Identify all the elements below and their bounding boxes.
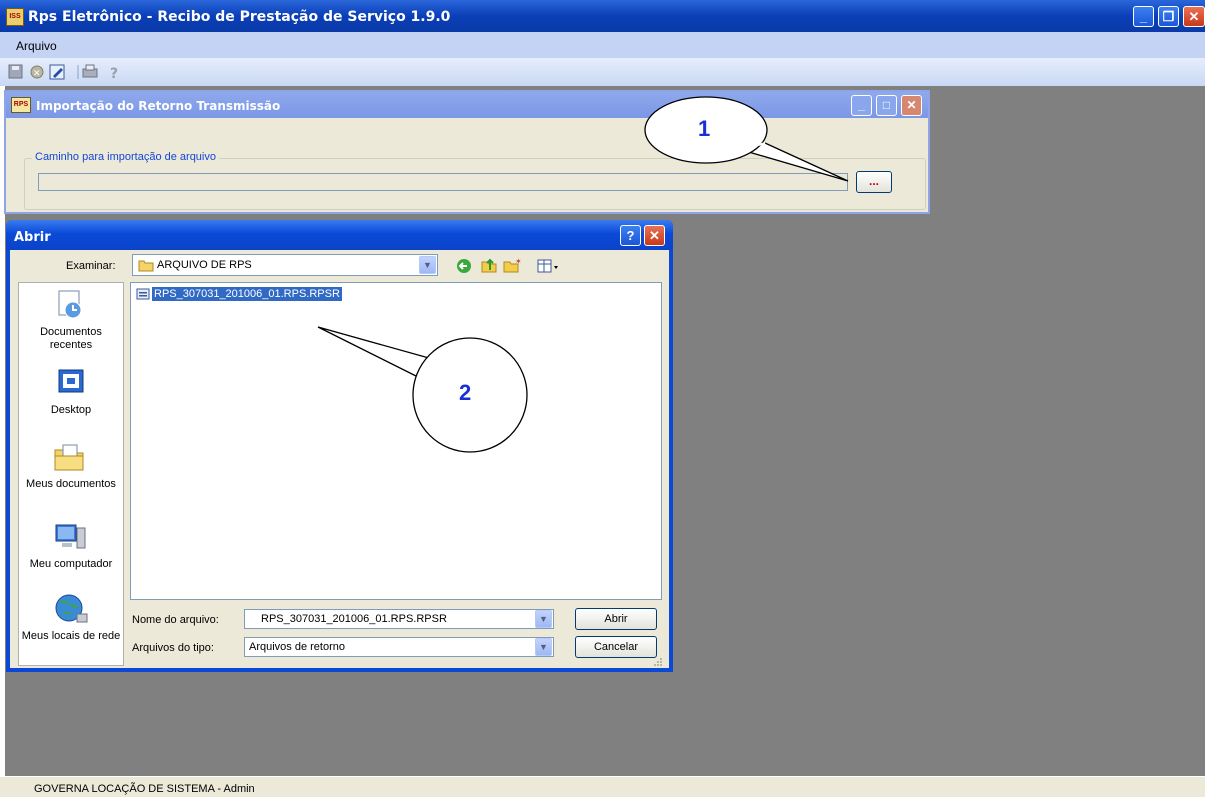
place-desktop[interactable]: Desktop [18,366,124,420]
filename-value: RPS_307031_201006_01.RPS.RPSR [261,613,447,625]
restore-icon[interactable]: ❐ [1158,6,1179,27]
chevron-down-icon[interactable]: ▼ [419,256,436,274]
open-dialog-title: Abrir [14,230,51,245]
network-places-icon [55,594,88,623]
view-menu-icon[interactable] [537,259,558,273]
edit-icon[interactable] [49,64,65,80]
import-close-icon[interactable]: ✕ [901,95,922,116]
place-label: Meu computador [29,558,113,570]
import-window-title: Importação do Retorno Transmissão [36,99,281,113]
filename-label: Nome do arquivo: [132,614,219,626]
place-my-documents[interactable]: Meus documentos [18,440,124,510]
place-my-computer[interactable]: Meu computador [18,520,124,574]
open-dialog-title-bar: Abrir ? ✕ [6,220,673,250]
new-folder-icon[interactable]: ✶ [503,257,522,273]
dialog-toolbar: ✶ [457,257,558,273]
status-text: GOVERNA LOCAÇÃO DE SISTEMA - Admin [34,783,255,795]
menu-arquivo[interactable]: Arquivo [16,39,57,53]
delete-icon[interactable]: ✕ [30,65,44,79]
toolbar-icons: ✕ ? [8,64,118,81]
look-in-value: ARQUIVO DE RPS [157,259,252,271]
resize-grip-icon[interactable] [652,656,664,668]
import-window-title-bar: RPS Importação do Retorno Transmissão _ … [6,92,928,118]
dialog-close-icon[interactable]: ✕ [644,225,665,246]
place-recent-documents[interactable]: Documentos recentes [18,286,124,356]
status-bar: GOVERNA LOCAÇÃO DE SISTEMA - Admin [0,776,1205,797]
filetype-combo[interactable]: Arquivos de retorno ▼ [244,637,554,657]
filename-combo[interactable]: RPS_307031_201006_01.RPS.RPSR ▼ [244,609,554,629]
main-window-title: Rps Eletrônico - Recibo de Prestação de … [28,9,451,25]
path-group-label: Caminho para importação de arquivo [32,151,219,163]
look-in-combo[interactable]: ARQUIVO DE RPS ▼ [132,254,438,276]
menu-bar: Arquivo [0,32,1205,58]
chevron-down-icon[interactable]: ▼ [535,610,552,628]
chevron-down-icon[interactable]: ▼ [535,638,552,656]
my-documents-icon [54,444,84,471]
file-list-item[interactable]: RPS_307031_201006_01.RPS.RPSR [152,287,342,301]
save-icon[interactable] [8,64,23,79]
file-icon [136,288,150,300]
folder-icon [138,260,154,272]
help-question-icon[interactable]: ? [620,225,641,246]
look-in-label: Examinar: [66,260,116,272]
app-logo-icon: ISS [6,8,24,26]
svg-text:?: ? [110,66,118,81]
file-list[interactable] [130,282,662,600]
place-label: Desktop [50,404,92,416]
svg-text:✶: ✶ [515,257,522,266]
print-icon[interactable] [82,64,98,78]
open-button[interactable]: Abrir [575,608,657,630]
callout-1-number: 1 [698,116,711,141]
back-icon[interactable] [457,259,471,273]
import-path-input[interactable] [38,173,848,191]
place-network[interactable]: Meus locais de rede [18,592,124,664]
recent-documents-icon [58,290,82,319]
svg-text:✕: ✕ [33,69,41,79]
callout-2-number: 2 [459,380,472,405]
place-label: Meus locais de rede [21,630,121,642]
place-label: Meus documentos [26,478,116,490]
import-minimize-icon[interactable]: _ [851,95,872,116]
my-computer-icon [55,524,86,549]
filetype-value: Arquivos de retorno [249,641,345,653]
cancel-button[interactable]: Cancelar [575,636,657,658]
desktop-icon [58,369,84,393]
import-maximize-icon[interactable]: □ [876,95,897,116]
rps-window-icon: RPS [11,97,31,113]
toolbar [0,58,1205,86]
minimize-icon[interactable]: _ [1133,6,1154,27]
browse-button[interactable]: ... [856,171,892,193]
help-icon[interactable]: ? [110,66,118,81]
close-icon[interactable]: ✕ [1183,6,1205,27]
up-folder-icon[interactable] [481,258,497,273]
main-title-bar: ISS Rps Eletrônico - Recibo de Prestação… [0,0,1205,32]
place-label: Documentos recentes [40,326,102,351]
filetype-label: Arquivos do tipo: [132,642,214,654]
